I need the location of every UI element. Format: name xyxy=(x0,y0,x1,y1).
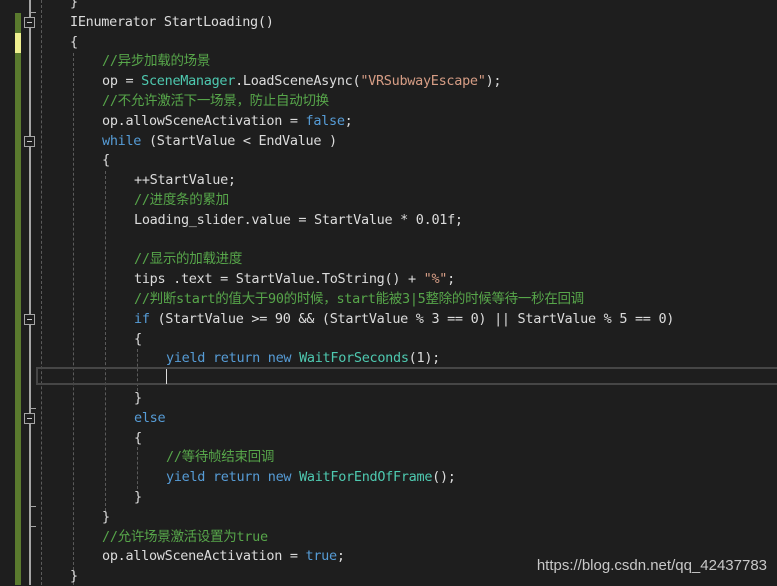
code-line[interactable]: if (StartValue >= 90 && (StartValue % 3 … xyxy=(134,309,674,329)
text-caret xyxy=(166,369,167,384)
code-token: ; xyxy=(336,548,345,565)
watermark: https://blog.csdn.net/qq_42437783 xyxy=(536,557,767,574)
code-type: SceneManager xyxy=(141,73,236,90)
collapse-icon-else[interactable] xyxy=(24,413,35,424)
code-string: "%" xyxy=(423,271,448,288)
code-line[interactable]: } xyxy=(70,0,78,12)
code-token: { xyxy=(102,152,110,169)
code-token: ); xyxy=(485,73,502,90)
code-line[interactable]: //进度条的累加 xyxy=(134,190,229,210)
code-line[interactable]: Loading_slider.value = StartValue * 0.01… xyxy=(134,210,463,230)
code-token: } xyxy=(134,390,142,406)
code-token: IEnumerator StartLoading() xyxy=(70,13,274,30)
collapse-icon-while[interactable] xyxy=(24,136,35,147)
change-bar-unsaved xyxy=(15,33,21,53)
code-line[interactable]: op.allowSceneActivation = true; xyxy=(102,546,345,566)
code-comment: //等待帧结束回调 xyxy=(166,449,275,466)
code-token: (); xyxy=(432,469,456,486)
current-line-highlight xyxy=(36,367,777,385)
code-line[interactable]: yield return new WaitForEndOfFrame(); xyxy=(166,467,456,487)
code-keyword: while xyxy=(102,132,142,149)
code-token: ; xyxy=(344,112,353,129)
code-line[interactable]: IEnumerator StartLoading() xyxy=(70,12,274,32)
outline-tick xyxy=(29,12,36,13)
code-token: tips .text = StartValue.ToString() + xyxy=(134,271,424,288)
code-line[interactable]: //等待帧结束回调 xyxy=(166,447,274,467)
code-line[interactable]: ++StartValue; xyxy=(134,170,236,190)
code-line[interactable]: } xyxy=(134,487,142,507)
code-line[interactable]: { xyxy=(134,428,142,448)
code-token: } xyxy=(70,568,78,585)
code-token: (1); xyxy=(408,350,441,367)
code-token: .LoadSceneAsync( xyxy=(235,73,361,90)
indent-guide xyxy=(137,447,138,489)
code-line[interactable]: //允许场景激活设置为true xyxy=(102,527,268,547)
code-comment: //异步加载的场景 xyxy=(102,53,211,70)
code-line[interactable]: { xyxy=(70,32,78,52)
code-comment: //判断start的值大于90的时候，start能被3|5整除的时候等待一秒在回… xyxy=(134,291,584,307)
code-keyword: true xyxy=(305,548,338,565)
code-token: (StartValue >= 90 && (StartValue % 3 == … xyxy=(149,310,675,327)
code-type: WaitForSeconds xyxy=(299,350,409,367)
indent-guide xyxy=(73,53,74,585)
change-bar xyxy=(15,13,21,33)
change-bar xyxy=(15,53,21,585)
collapse-icon-method[interactable] xyxy=(24,17,35,28)
code-token: ; xyxy=(447,271,455,288)
code-line[interactable]: } xyxy=(102,507,110,527)
code-token: op.allowSceneActivation = xyxy=(102,112,306,129)
code-token: { xyxy=(134,330,142,347)
code-line[interactable]: op = SceneManager.LoadSceneAsync("VRSubw… xyxy=(102,71,502,91)
code-comment: //不允许激活下一场景，防止自动切换 xyxy=(102,93,329,109)
code-line[interactable]: //判断start的值大于90的时候，start能被3|5整除的时候等待一秒在回… xyxy=(134,289,584,309)
code-token: op = xyxy=(102,73,142,90)
code-line[interactable]: } xyxy=(70,566,78,586)
code-editor[interactable]: } IEnumerator StartLoading(){//异步加载的场景 op … xyxy=(0,0,777,585)
code-line[interactable]: yield return new WaitForSeconds(1); xyxy=(166,348,440,368)
collapse-icon-if[interactable] xyxy=(24,314,35,325)
code-token: { xyxy=(134,429,142,446)
code-token: { xyxy=(70,33,78,50)
code-token: ++StartValue; xyxy=(134,172,236,189)
code-keyword: else xyxy=(134,409,166,426)
code-line[interactable]: //显示的加载进度 xyxy=(134,249,242,269)
code-token: } xyxy=(134,489,142,505)
outline-tick xyxy=(29,408,36,409)
code-comment: //显示的加载进度 xyxy=(134,251,243,268)
code-line[interactable]: } xyxy=(134,388,142,408)
outline-tick xyxy=(29,506,36,507)
indent-guide xyxy=(105,171,106,511)
code-line[interactable]: //不允许激活下一场景，防止自动切换 xyxy=(102,91,329,111)
code-token: } xyxy=(70,0,78,10)
code-keyword: yield return new xyxy=(166,350,292,367)
code-line[interactable]: tips .text = StartValue.ToString() + "%"… xyxy=(134,269,455,289)
outline-line xyxy=(29,0,31,585)
code-keyword: yield return new xyxy=(166,469,292,486)
code-token: op.allowSceneActivation = xyxy=(102,548,306,565)
code-string: "VRSubwayEscape" xyxy=(360,73,486,90)
outline-tick xyxy=(29,526,36,527)
code-token: Loading_slider.value = StartValue * 0.01… xyxy=(134,211,463,228)
code-line[interactable]: op.allowSceneActivation = false; xyxy=(102,111,353,131)
code-line[interactable]: { xyxy=(134,329,142,349)
code-line[interactable]: //异步加载的场景 xyxy=(102,51,210,71)
indent-guide xyxy=(41,0,42,585)
code-token: } xyxy=(102,508,110,525)
code-comment: //允许场景激活设置为true xyxy=(102,528,268,545)
code-keyword: if xyxy=(134,310,150,327)
code-token: (StartValue < EndValue ) xyxy=(141,132,337,149)
code-line[interactable]: else xyxy=(134,408,166,428)
code-comment: //进度条的累加 xyxy=(134,192,229,208)
code-keyword: false xyxy=(305,112,345,129)
code-line[interactable]: while (StartValue < EndValue ) xyxy=(102,131,337,151)
code-line[interactable]: { xyxy=(102,150,110,170)
code-type: WaitForEndOfFrame xyxy=(299,469,433,486)
